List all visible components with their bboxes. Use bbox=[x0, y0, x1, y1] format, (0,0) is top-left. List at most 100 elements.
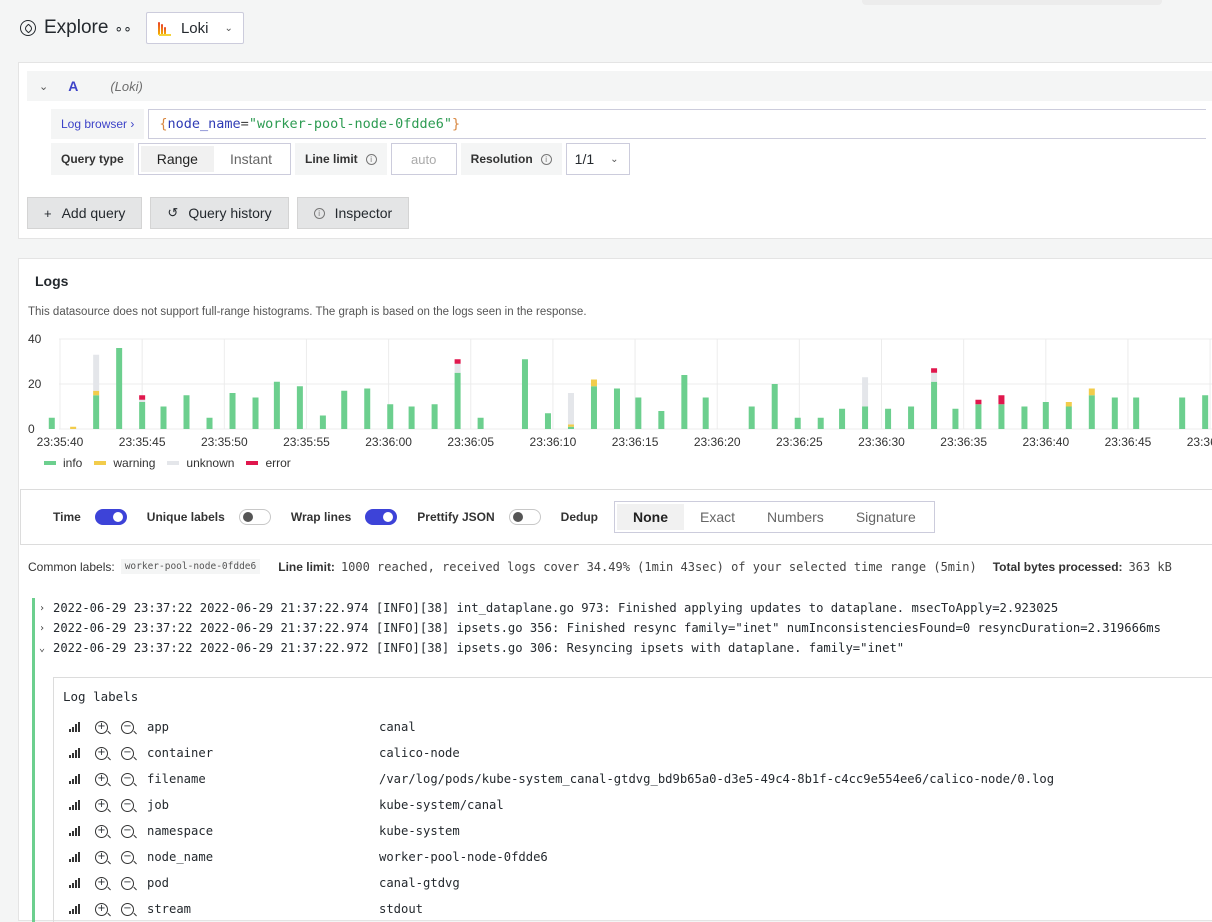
wrap-lines-toggle[interactable] bbox=[365, 509, 398, 525]
prettify-json-toggle[interactable] bbox=[508, 509, 541, 525]
x-tick-label: 23:36:30 bbox=[858, 435, 905, 449]
zoom-out-filter-icon[interactable]: − bbox=[121, 850, 134, 864]
legend-item-unknown[interactable]: unknown bbox=[167, 456, 234, 470]
bar-info bbox=[1065, 406, 1072, 429]
bar-info bbox=[1133, 397, 1140, 429]
zoom-out-filter-icon[interactable]: − bbox=[121, 902, 134, 916]
info-icon[interactable]: i bbox=[540, 153, 552, 165]
add-query-button[interactable]: + Add query bbox=[27, 197, 143, 229]
log-row[interactable]: ⌄ 2022-06-29 23:37:22 2022-06-29 21:37:22… bbox=[32, 638, 1161, 658]
chevron-down-icon: ⌄ bbox=[610, 153, 619, 165]
bar-unknown bbox=[454, 363, 461, 373]
dedup-none[interactable]: None bbox=[617, 504, 684, 530]
log-label-key: stream bbox=[147, 902, 192, 916]
log-label-value: canal-gtdvg bbox=[379, 876, 460, 890]
bar-info bbox=[454, 372, 461, 429]
bar-error bbox=[998, 395, 1005, 405]
expand-chevron-icon[interactable]: › bbox=[39, 623, 49, 634]
info-icon[interactable]: i bbox=[365, 153, 377, 165]
x-tick-label: 23:36:25 bbox=[776, 435, 823, 449]
log-label-key: pod bbox=[147, 876, 170, 890]
bar-info bbox=[885, 408, 892, 429]
zoom-in-filter-icon[interactable]: + bbox=[95, 746, 108, 760]
ad-hoc-stats-icon[interactable] bbox=[69, 826, 81, 836]
line-limit-input[interactable]: auto bbox=[390, 143, 457, 175]
ad-hoc-stats-icon[interactable] bbox=[69, 722, 81, 732]
zoom-in-filter-icon[interactable]: + bbox=[95, 824, 108, 838]
legend-item-info[interactable]: info bbox=[44, 456, 82, 470]
bar-info bbox=[952, 408, 959, 429]
ad-hoc-stats-icon[interactable] bbox=[69, 748, 81, 758]
ad-hoc-stats-icon[interactable] bbox=[69, 878, 81, 888]
query-ref-id[interactable]: A bbox=[68, 78, 78, 94]
inspector-button[interactable]: i Inspector bbox=[296, 197, 410, 229]
unique-labels-toggle[interactable] bbox=[238, 509, 271, 525]
time-label: Time bbox=[53, 510, 81, 524]
resolution-select[interactable]: 1/1 ⌄ bbox=[565, 143, 630, 175]
query-datasource-hint: (Loki) bbox=[110, 78, 143, 94]
log-label-key: node_name bbox=[147, 850, 214, 864]
time-toggle[interactable] bbox=[94, 509, 127, 525]
query-type-label: Query type bbox=[51, 143, 134, 175]
bar-info bbox=[206, 417, 213, 429]
ad-hoc-stats-icon[interactable] bbox=[69, 774, 81, 784]
bar-error bbox=[975, 399, 982, 405]
dedup-signature[interactable]: Signature bbox=[840, 504, 932, 530]
log-labels-table: Log labels + − app canal + − container calico-n… bbox=[53, 677, 1212, 922]
chart-legend: info warning unknown error bbox=[44, 456, 291, 470]
bar-info bbox=[1042, 402, 1049, 429]
legend-item-error[interactable]: error bbox=[246, 456, 291, 470]
legend-item-warning[interactable]: warning bbox=[94, 456, 155, 470]
share-icon[interactable]: ∘∘ bbox=[114, 20, 132, 37]
zoom-in-filter-icon[interactable]: + bbox=[95, 876, 108, 890]
query-expression-input[interactable]: {node_name = "worker-pool-node-0fdde6"} bbox=[148, 109, 1207, 139]
dedup-exact[interactable]: Exact bbox=[684, 504, 751, 530]
query-row-header: ⌄ A (Loki) bbox=[27, 71, 1212, 101]
zoom-out-filter-icon[interactable]: − bbox=[121, 720, 134, 734]
zoom-in-filter-icon[interactable]: + bbox=[95, 798, 108, 812]
zoom-out-filter-icon[interactable]: − bbox=[121, 824, 134, 838]
bar-info bbox=[252, 397, 259, 429]
datasource-picker[interactable]: Loki ⌄ bbox=[145, 12, 244, 44]
zoom-in-filter-icon[interactable]: + bbox=[95, 772, 108, 786]
bar-info bbox=[116, 348, 123, 429]
x-tick-label: 23:35:45 bbox=[119, 435, 166, 449]
bar-info bbox=[567, 426, 574, 429]
zoom-out-filter-icon[interactable]: − bbox=[121, 772, 134, 786]
logs-meta: Common labels: worker-pool-node-0fdde6 L… bbox=[28, 559, 1188, 574]
zoom-in-filter-icon[interactable]: + bbox=[95, 902, 108, 916]
x-tick-label: 23:35:50 bbox=[201, 435, 248, 449]
bar-info bbox=[387, 404, 394, 429]
bar-info bbox=[817, 417, 824, 429]
query-history-button[interactable]: ↺ Query history bbox=[150, 197, 289, 229]
logs-options-bar: Time Unique labels Wrap lines Prettify J… bbox=[20, 489, 1212, 545]
expand-chevron-icon[interactable]: › bbox=[39, 603, 49, 614]
ad-hoc-stats-icon[interactable] bbox=[69, 800, 81, 810]
query-type-range[interactable]: Range bbox=[140, 146, 214, 172]
zoom-out-filter-icon[interactable]: − bbox=[121, 798, 134, 812]
collapse-chevron-icon[interactable]: ⌄ bbox=[39, 643, 49, 654]
line-limit-value: 1000 reached, received logs cover 34.49%… bbox=[340, 559, 977, 574]
wrap-lines-label: Wrap lines bbox=[290, 510, 352, 524]
zoom-in-filter-icon[interactable]: + bbox=[95, 720, 108, 734]
log-label-row: + − node_name worker-pool-node-0fdde6 bbox=[69, 844, 548, 870]
ad-hoc-stats-icon[interactable] bbox=[69, 904, 81, 914]
collapse-chevron-icon[interactable]: ⌄ bbox=[39, 80, 48, 93]
bar-error bbox=[931, 368, 938, 373]
dedup-radio: None Exact Numbers Signature bbox=[614, 501, 935, 533]
x-tick-label: 23:35:40 bbox=[37, 435, 84, 449]
zoom-out-filter-icon[interactable]: − bbox=[121, 876, 134, 890]
zoom-in-filter-icon[interactable]: + bbox=[95, 850, 108, 864]
log-row[interactable]: › 2022-06-29 23:37:22 2022-06-29 21:37:22… bbox=[32, 618, 1161, 638]
query-type-instant[interactable]: Instant bbox=[214, 146, 288, 172]
ad-hoc-stats-icon[interactable] bbox=[69, 852, 81, 862]
dedup-numbers[interactable]: Numbers bbox=[751, 504, 840, 530]
zoom-out-filter-icon[interactable]: − bbox=[121, 746, 134, 760]
line-limit-key: Line limit: bbox=[278, 559, 335, 574]
bar-unknown bbox=[93, 354, 100, 391]
log-row[interactable]: › 2022-06-29 23:37:22 2022-06-29 21:37:22… bbox=[32, 598, 1161, 618]
log-label-key: namespace bbox=[147, 824, 214, 838]
bytes-value: 363 kB bbox=[1128, 559, 1172, 574]
log-browser-button[interactable]: Log browser › bbox=[51, 109, 145, 139]
bar-info bbox=[702, 397, 709, 429]
